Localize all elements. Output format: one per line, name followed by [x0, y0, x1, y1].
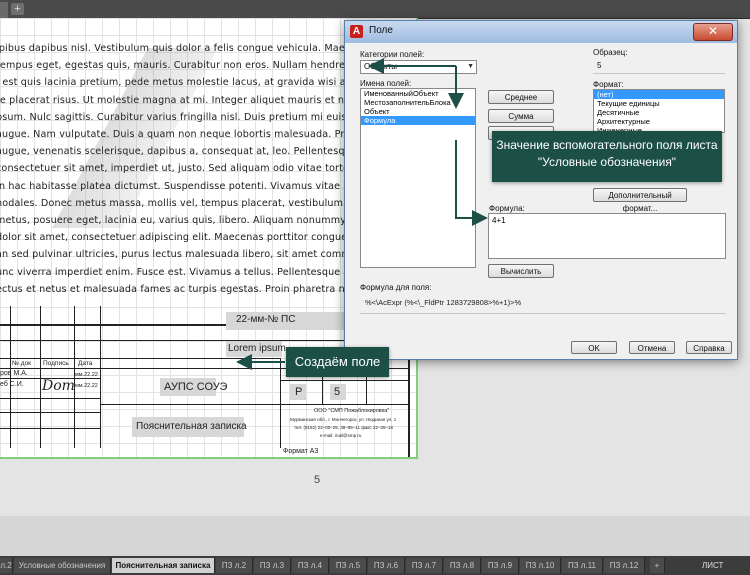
arrow-to-formula	[456, 140, 484, 218]
aux-value-callout: Значение вспомогательного поля листа "Ус…	[492, 131, 722, 182]
annotation-arrows	[0, 0, 750, 575]
create-field-callout: Создаём поле	[286, 347, 389, 377]
